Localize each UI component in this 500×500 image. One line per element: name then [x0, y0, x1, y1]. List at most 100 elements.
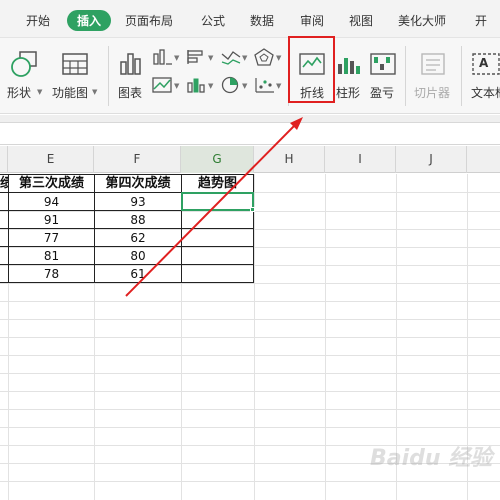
table-cell[interactable]: 77: [9, 229, 94, 248]
table-cell[interactable]: 80: [95, 247, 181, 266]
row-line: [0, 427, 500, 428]
chevron-down-icon: ▼: [92, 88, 98, 96]
table-header-cell[interactable]: 第三次成绩: [9, 174, 94, 193]
function-chart-button[interactable]: 功能图 ▼: [50, 48, 100, 104]
toolbar-divider: [108, 46, 109, 106]
table-cell[interactable]: 91: [9, 211, 94, 230]
stock-chart-dropdown[interactable]: ▼: [186, 76, 216, 96]
slicer-label: 切片器: [414, 86, 451, 100]
stock-chart-icon: [187, 78, 205, 93]
table-header-cell[interactable]: 第四次成绩: [95, 174, 181, 193]
chevron-down-icon: ▼: [276, 82, 282, 90]
ribbon-tab-bar: 开始 插入 页面布局 公式 数据 审阅 视图 美化大师 开: [0, 0, 500, 38]
fill-handle[interactable]: [250, 207, 255, 212]
chevron-down-icon: ▼: [242, 82, 248, 90]
line-chart-dropdown[interactable]: ▼: [220, 48, 250, 68]
chevron-down-icon: ▼: [208, 54, 214, 62]
column-header-partial[interactable]: [0, 146, 8, 173]
tab-data[interactable]: 数据: [250, 12, 274, 29]
horizontal-bar-icon: [187, 50, 203, 64]
column-header-j[interactable]: J: [396, 146, 467, 173]
row-line: [0, 373, 500, 374]
chevron-down-icon: ▼: [37, 88, 43, 96]
sparkline-column-label: 柱形: [336, 86, 361, 100]
row-line: [0, 301, 500, 302]
sparkline-winloss-icon: [370, 53, 396, 75]
radar-chart-dropdown[interactable]: ▼: [254, 48, 284, 68]
tab-overflow[interactable]: 开: [475, 12, 487, 29]
sparkline-line-icon: [299, 53, 325, 75]
sparkline-line-button[interactable]: 折线: [292, 46, 332, 104]
line-chart-icon: [221, 51, 241, 65]
toolbar-divider: [288, 46, 289, 106]
tab-beautify-master[interactable]: 美化大师: [398, 12, 446, 29]
chart-label: 图表: [118, 86, 143, 100]
row-line: [0, 319, 500, 320]
table-header-cell[interactable]: 趋势图: [182, 174, 253, 193]
formula-bar[interactable]: [0, 123, 500, 145]
table-header-cell[interactable]: 绩: [0, 174, 8, 193]
scatter-chart-dropdown[interactable]: ▼: [254, 76, 284, 96]
tab-insert[interactable]: 插入: [67, 10, 112, 31]
textbox-label: 文本框: [471, 86, 500, 100]
toolbar-divider: [461, 46, 462, 106]
ribbon-toolbar: 形状 ▼ 功能图 ▼ 图表 ▼ ▼ ▼ ▼ ▼ ▼ ▼ ▼ 折线 柱形 盈亏 切…: [0, 38, 500, 114]
shapes-button[interactable]: 形状 ▼: [4, 48, 46, 104]
shapes-icon: [11, 51, 37, 77]
column-header-h[interactable]: H: [254, 146, 325, 173]
area-chart-dropdown[interactable]: ▼: [152, 76, 182, 96]
column-header-f[interactable]: F: [94, 146, 181, 173]
row-line: [0, 391, 500, 392]
tab-formulas[interactable]: 公式: [201, 12, 225, 29]
tab-review[interactable]: 审阅: [300, 12, 324, 29]
shapes-label: 形状: [7, 86, 32, 100]
column-chart-icon: [153, 49, 172, 65]
column-chart-dropdown[interactable]: ▼: [152, 48, 182, 68]
area-chart-icon: [152, 77, 172, 93]
slicer-icon: [421, 53, 445, 75]
table-cell[interactable]: 61: [95, 265, 181, 284]
chevron-down-icon: ▼: [208, 82, 214, 90]
row-line: [0, 337, 500, 338]
tab-page-layout[interactable]: 页面布局: [125, 12, 173, 29]
sparkline-winloss-button[interactable]: 盈亏: [367, 46, 399, 104]
function-chart-icon: [62, 53, 88, 75]
column-header-partial-right[interactable]: [467, 146, 500, 173]
pie-chart-dropdown[interactable]: ▼: [220, 76, 250, 96]
table-border-line: [253, 174, 254, 282]
formula-strip: [0, 115, 500, 123]
slicer-button[interactable]: 切片器: [410, 46, 456, 104]
table-cell[interactable]: 88: [95, 211, 181, 230]
table-cell[interactable]: 94: [9, 193, 94, 212]
column-header-row: E F G H I J: [0, 146, 500, 173]
chevron-down-icon: ▼: [242, 54, 248, 62]
textbox-button[interactable]: A 文本框: [466, 46, 500, 104]
sparkline-line-label: 折线: [300, 86, 325, 100]
active-cell-selection[interactable]: [181, 192, 254, 211]
sparkline-column-button[interactable]: 柱形: [334, 46, 364, 104]
table-cell[interactable]: 78: [9, 265, 94, 284]
chart-button[interactable]: 图表: [114, 48, 148, 104]
sparkline-column-icon: [338, 58, 360, 74]
table-cell[interactable]: 93: [95, 193, 181, 212]
chevron-down-icon: ▼: [174, 82, 180, 90]
function-chart-label: 功能图: [52, 86, 89, 100]
watermark: Baidu 经验: [370, 446, 493, 471]
tab-home[interactable]: 开始: [26, 12, 50, 29]
scatter-chart-icon: [255, 78, 274, 93]
bar-chart-dropdown[interactable]: ▼: [186, 48, 216, 68]
textbox-icon-text: A: [479, 56, 489, 70]
chevron-down-icon: ▼: [276, 54, 282, 62]
column-header-e[interactable]: E: [8, 146, 94, 173]
tab-view[interactable]: 视图: [349, 12, 373, 29]
row-line: [0, 481, 500, 482]
column-header-g[interactable]: G: [181, 146, 254, 173]
row-line: [0, 355, 500, 356]
table-cell[interactable]: 62: [95, 229, 181, 248]
bar-chart-icon: [120, 53, 141, 75]
table-cell[interactable]: 81: [9, 247, 94, 266]
column-header-i[interactable]: I: [325, 146, 396, 173]
column-line: [254, 174, 255, 500]
row-line: [0, 409, 500, 410]
column-line: [325, 174, 326, 500]
